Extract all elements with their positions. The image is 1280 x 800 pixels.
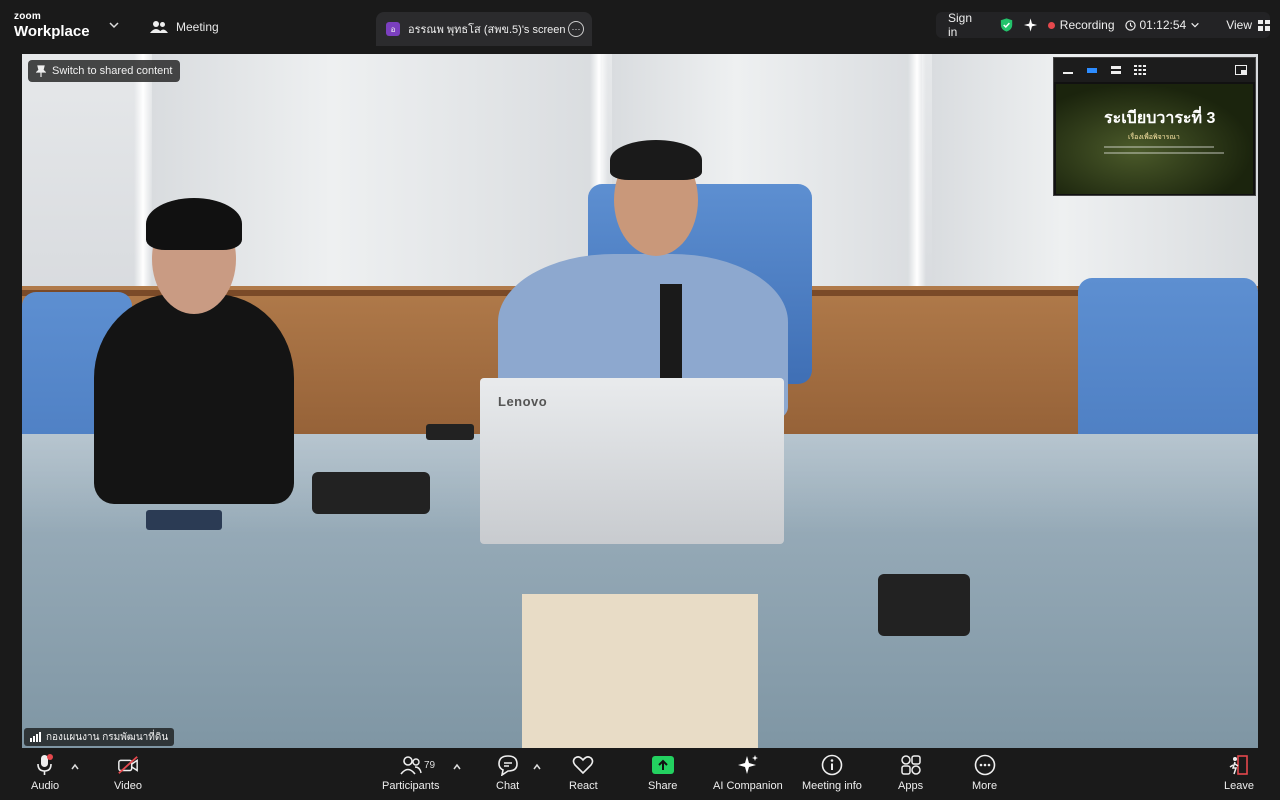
timer-value: 01:12:54 (1139, 18, 1187, 32)
more-icon (974, 754, 995, 776)
more-button[interactable]: More (972, 754, 997, 792)
participant-count: 79 (424, 760, 436, 771)
shared-content-thumbnail[interactable]: ระเบียบวาระที่ 3 เรื่องเพื่อพิจารณา (1053, 57, 1256, 196)
smartphone (426, 424, 474, 440)
participants-icon (400, 756, 422, 775)
top-bar: zoom Workplace Meeting อ อรรณพ พุทธโส (ส… (0, 0, 1280, 50)
gallery-view-icon[interactable] (1134, 65, 1146, 75)
meeting-info-label: Meeting info (802, 780, 862, 792)
top-right-controls: Sign in Recording 01:12:54 View (936, 11, 1271, 39)
chat-options-caret-icon[interactable] (532, 762, 542, 772)
microphone-base (878, 574, 970, 636)
slide-preview: ระเบียบวาระที่ 3 เรื่องเพื่อพิจารณา (1056, 84, 1253, 194)
chat-icon (497, 755, 518, 776)
zoom-workplace-logo[interactable]: zoom Workplace (14, 11, 90, 40)
grid-view-icon (1258, 19, 1271, 31)
chevron-down-icon (1191, 22, 1199, 28)
share-button[interactable]: Share (648, 754, 677, 792)
recording-dot-icon (1047, 21, 1055, 29)
share-label: Share (648, 780, 678, 792)
sign-in-link[interactable]: Sign in (948, 11, 983, 39)
monitor-brand: Lenovo (498, 394, 548, 409)
apps-icon (900, 755, 921, 775)
exit-thumbnail-icon[interactable] (1235, 65, 1247, 75)
share-screen-icon (651, 756, 674, 774)
heart-icon (573, 756, 594, 775)
window-light (134, 54, 152, 314)
audio-label: Audio (31, 780, 60, 792)
meeting-toolbar: Audio Video Participants 79 Chat React S… (0, 748, 1280, 800)
react-button[interactable]: React (569, 754, 598, 792)
man-hair (610, 140, 702, 180)
clock-icon (1124, 19, 1136, 31)
meeting-label: Meeting (176, 20, 219, 34)
logo-line1: zoom (14, 11, 41, 22)
meeting-info-button[interactable]: Meeting info (802, 754, 862, 792)
view-label: View (1226, 18, 1253, 32)
shared-screen-tab[interactable]: อ อรรณพ พุทธโส (สพข.5)'s screen ··· (376, 12, 592, 46)
microphone-icon (37, 754, 54, 775)
chat-button[interactable]: Chat (496, 754, 519, 792)
video-button[interactable]: Video (114, 754, 142, 792)
woman-hair (146, 198, 242, 250)
woman-participant (94, 294, 294, 504)
leave-label: Leave (1224, 780, 1254, 792)
monitor-stand-box (522, 594, 758, 748)
presenter-avatar: อ (386, 22, 400, 36)
meeting-tab[interactable]: Meeting (150, 14, 219, 40)
meeting-timer[interactable]: 01:12:54 (1124, 18, 1201, 32)
minimize-icon[interactable] (1062, 65, 1074, 75)
thumbnail-view-icon[interactable] (1086, 65, 1098, 75)
smartphone (146, 510, 222, 530)
more-options-icon[interactable]: ··· (568, 21, 584, 37)
audio-button[interactable]: Audio (31, 754, 59, 792)
video-off-icon (118, 756, 138, 774)
audio-options-caret-icon[interactable] (70, 762, 80, 772)
participant-name-tag: กองแผนงาน กรมพัฒนาที่ดิน (24, 728, 175, 746)
ai-companion-label: AI Companion (713, 780, 783, 792)
slide-title: ระเบียบวาระที่ 3 (1104, 110, 1216, 127)
switch-label: Switch to shared content (52, 65, 173, 77)
more-label: More (972, 780, 998, 792)
participant-name: กองแผนงาน กรมพัฒนาที่ดิน (46, 731, 169, 743)
video-label: Video (114, 780, 142, 792)
slide-text-line (1104, 146, 1214, 148)
ai-sparkle-icon[interactable] (1023, 17, 1038, 33)
thumbnail-controls (1054, 58, 1255, 82)
shared-screen-label: อรรณพ พุทธโส (สพข.5)'s screen (408, 24, 566, 36)
chat-label: Chat (496, 780, 520, 792)
apps-button[interactable]: Apps (898, 754, 923, 792)
leave-door-icon (1229, 755, 1248, 775)
microphone-base (312, 472, 430, 514)
window-light (908, 54, 926, 314)
recording-label: Recording (1059, 18, 1115, 32)
slide-subtitle: เรื่องเพื่อพิจารณา (1128, 134, 1180, 141)
apps-label: Apps (898, 780, 924, 792)
people-icon (150, 21, 168, 33)
participants-label: Participants (382, 780, 440, 792)
security-shield-icon[interactable] (999, 17, 1014, 33)
ai-companion-button[interactable]: AI Companion (713, 754, 783, 792)
lenovo-monitor: Lenovo (480, 378, 784, 544)
slide-text-line (1104, 152, 1224, 154)
ai-companion-icon (737, 755, 758, 774)
view-button[interactable]: View (1226, 18, 1271, 32)
chevron-down-icon[interactable] (108, 19, 120, 31)
pin-icon (36, 65, 46, 77)
react-label: React (569, 780, 598, 792)
logo-line2: Workplace (14, 23, 90, 40)
signal-bars-icon (30, 732, 41, 742)
speaker-view-icon[interactable] (1110, 65, 1122, 75)
recording-indicator[interactable]: Recording (1047, 18, 1115, 32)
switch-to-shared-content-button[interactable]: Switch to shared content (28, 60, 181, 82)
participants-options-caret-icon[interactable] (452, 762, 462, 772)
info-icon (821, 754, 843, 776)
leave-button[interactable]: Leave (1224, 754, 1254, 792)
